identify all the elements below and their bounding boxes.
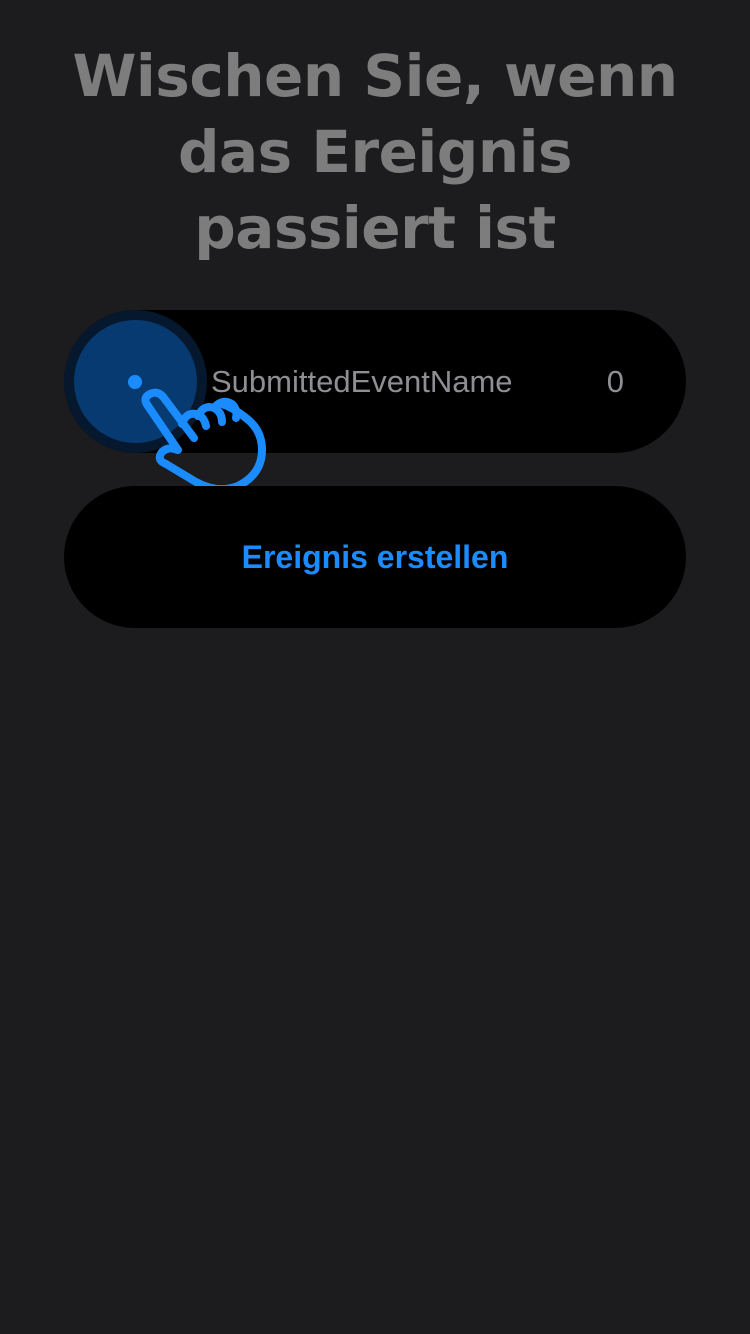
hand-swipe-icon xyxy=(141,388,266,494)
screen: Wischen Sie, wenn das Ereignis passiert … xyxy=(0,0,750,1334)
event-count: 0 xyxy=(606,364,624,399)
page-title: Wischen Sie, wenn das Ereignis passiert … xyxy=(72,42,678,262)
create-event-button[interactable]: Ereignis erstellen xyxy=(64,486,686,628)
create-event-label: Ereignis erstellen xyxy=(241,538,509,575)
